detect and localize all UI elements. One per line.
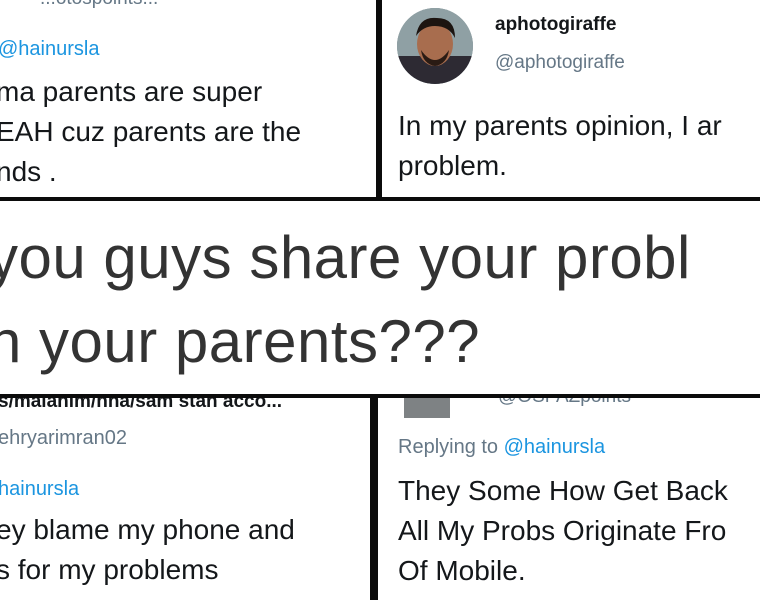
tweet-card-bottom-left: s/malahim/nha/sam stan acco... ehryarimr…: [0, 398, 370, 600]
headline-banner: you guys share your probl h your parents…: [0, 201, 760, 394]
reply-handle-link[interactable]: @hainursla: [504, 436, 605, 458]
tweet-text-line: EAH cuz parents are the: [0, 116, 302, 147]
tweet-text-line: They Some How Get Back: [398, 475, 728, 506]
avatar-photo-icon: [397, 8, 473, 84]
tweet-text-line: nds .: [0, 156, 57, 187]
tweet-text-line: s for my problems: [0, 554, 219, 585]
avatar[interactable]: [404, 398, 450, 418]
replying-to-label: Replying to @hainursla: [398, 436, 605, 459]
replying-to-prefix: Replying to: [398, 436, 499, 458]
reply-handle-link[interactable]: @hainursla: [0, 38, 99, 61]
tweet-text-line: ey blame my phone and: [0, 514, 295, 545]
user-display-name[interactable]: aphotogiraffe: [495, 14, 616, 36]
tweet-card-bottom-right: @OSPAZpoints Replying to @hainursla They…: [378, 398, 760, 600]
tweet-text-line: problem.: [398, 150, 507, 181]
tweet-header-partial: s/malahim/nha/sam stan acco...: [0, 398, 283, 412]
tweet-card-top-left: ...otospoints... @hainursla ma parents a…: [0, 0, 376, 197]
user-handle[interactable]: ehryarimran02: [0, 427, 127, 450]
tweet-card-top-right: aphotogiraffe @aphotogiraffe In my paren…: [382, 0, 760, 197]
banner-line-2: h your parents???: [0, 308, 481, 375]
tweet-text-line: In my parents opinion, I ar: [398, 110, 722, 141]
banner-line-1: you guys share your probl: [0, 224, 691, 291]
reply-handle-link[interactable]: hainursla: [0, 478, 79, 501]
tweet-header-partial: ...otospoints...: [40, 0, 158, 10]
tweet-text-line: ma parents are super: [0, 76, 263, 107]
tweet-text-line: All My Probs Originate Fro: [398, 515, 727, 546]
user-handle[interactable]: @aphotogiraffe: [495, 52, 625, 74]
tweet-text-line: Of Mobile.: [398, 555, 526, 586]
tweet-header-partial: @OSPAZpoints: [498, 398, 631, 408]
avatar[interactable]: [397, 8, 473, 84]
